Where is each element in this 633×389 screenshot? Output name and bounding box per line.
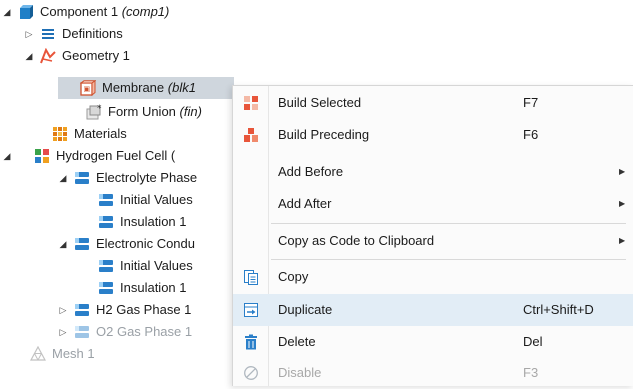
menu-item-add-before[interactable]: Add Before ▶ xyxy=(233,156,633,188)
submenu-arrow-icon: ▶ xyxy=(619,167,626,176)
menu-item-build-selected[interactable]: Build Selected F7 xyxy=(233,87,633,119)
duplicate-icon xyxy=(243,302,259,318)
tree-node-o2-gas-phase[interactable]: ▷ O2 Gas Phase 1 xyxy=(58,321,193,343)
physics-node-icon xyxy=(98,192,114,208)
tree-label: Insulation 1 xyxy=(120,214,187,229)
build-preceding-icon xyxy=(243,127,259,143)
svg-text:▣: ▣ xyxy=(84,85,91,93)
component-cube-icon xyxy=(18,4,34,20)
menu-item-duplicate[interactable]: Duplicate Ctrl+Shift+D xyxy=(233,294,633,326)
expand-arrow-icon[interactable]: ◢ xyxy=(24,45,34,67)
tree-label: Definitions xyxy=(62,26,123,41)
menu-item-build-preceding[interactable]: Build Preceding F6 xyxy=(233,119,633,151)
physics-node-icon xyxy=(74,302,90,318)
physics-node-icon xyxy=(74,324,90,340)
tree-label: Hydrogen Fuel Cell ( xyxy=(56,148,176,163)
tree-label: H2 Gas Phase 1 xyxy=(96,302,192,317)
tree-node-component[interactable]: ◢ Component 1 (comp1) xyxy=(2,1,169,23)
tree-node-initial-values[interactable]: Initial Values xyxy=(92,255,193,277)
svg-text:*: * xyxy=(97,104,102,114)
physics-node-icon xyxy=(74,236,90,252)
tree-label: Geometry 1 xyxy=(62,48,130,63)
tree-node-hydrogen-fuel-cell[interactable]: ◢ Hydrogen Fuel Cell ( xyxy=(2,145,175,167)
tree-node-insulation[interactable]: Insulation 1 xyxy=(92,211,187,233)
block-icon: ▣ xyxy=(79,79,97,97)
menu-separator xyxy=(271,223,626,224)
form-union-icon: * xyxy=(86,104,102,120)
tree-label: O2 Gas Phase 1 xyxy=(96,324,193,339)
tree-node-materials[interactable]: Materials xyxy=(46,123,127,145)
build-selected-icon xyxy=(243,95,259,111)
geometry-icon xyxy=(40,47,56,64)
collapse-arrow-icon[interactable]: ▷ xyxy=(58,321,68,343)
tree-node-membrane[interactable]: ▣ Membrane (blk1 xyxy=(58,77,234,99)
tree-label: Initial Values xyxy=(120,258,193,273)
context-menu: Build Selected F7 Build Preceding F6 Add… xyxy=(232,85,633,386)
expand-arrow-icon[interactable]: ◢ xyxy=(2,1,12,23)
physics-node-icon xyxy=(98,280,114,296)
tree-node-form-union[interactable]: * Form Union (fin) xyxy=(80,101,202,123)
menu-item-copy[interactable]: Copy xyxy=(233,261,633,293)
expand-arrow-icon[interactable]: ◢ xyxy=(58,167,68,189)
tree-node-mesh[interactable]: Mesh 1 xyxy=(24,343,95,365)
expand-arrow-icon[interactable]: ◢ xyxy=(2,145,12,167)
tree-node-definitions[interactable]: ▷ Definitions xyxy=(24,23,123,45)
tree-label: Electrolyte Phase xyxy=(96,170,198,185)
copy-icon xyxy=(243,269,259,285)
collapse-arrow-icon[interactable]: ▷ xyxy=(58,299,68,321)
tree-node-insulation[interactable]: Insulation 1 xyxy=(92,277,187,299)
tree-label: Component 1 (comp1) xyxy=(40,4,170,19)
menu-separator xyxy=(271,259,626,260)
tree-label: Mesh 1 xyxy=(52,346,95,361)
definitions-list-icon xyxy=(40,26,56,42)
submenu-arrow-icon: ▶ xyxy=(619,199,626,208)
materials-icon xyxy=(52,126,68,142)
tree-node-electronic-conduction[interactable]: ◢ Electronic Condu xyxy=(58,233,195,255)
expand-arrow-icon[interactable]: ◢ xyxy=(58,233,68,255)
disable-icon xyxy=(243,365,259,381)
tree-label: Membrane (blk1 xyxy=(102,80,196,95)
menu-item-copy-as-code[interactable]: Copy as Code to Clipboard ▶ xyxy=(233,225,633,257)
tree-node-h2-gas-phase[interactable]: ▷ H2 Gas Phase 1 xyxy=(58,299,192,321)
tree-node-electrolyte-phase[interactable]: ◢ Electrolyte Phase xyxy=(58,167,198,189)
tree-label: Insulation 1 xyxy=(120,280,187,295)
submenu-arrow-icon: ▶ xyxy=(619,236,626,245)
tree-node-geometry[interactable]: ◢ Geometry 1 xyxy=(24,45,130,67)
menu-item-disable[interactable]: Disable F3 xyxy=(233,357,633,389)
tree-label: Electronic Condu xyxy=(96,236,195,251)
delete-trash-icon xyxy=(243,334,259,350)
menu-item-add-after[interactable]: Add After ▶ xyxy=(233,188,633,220)
collapse-arrow-icon[interactable]: ▷ xyxy=(24,23,34,45)
physics-interface-icon xyxy=(34,148,50,164)
physics-node-icon xyxy=(98,214,114,230)
tree-node-initial-values[interactable]: Initial Values xyxy=(92,189,193,211)
physics-node-icon xyxy=(74,170,90,186)
mesh-icon xyxy=(29,345,47,362)
menu-item-delete[interactable]: Delete Del xyxy=(233,326,633,358)
physics-node-icon xyxy=(98,258,114,274)
tree-label: Initial Values xyxy=(120,192,193,207)
tree-label: Form Union (fin) xyxy=(108,104,202,119)
tree-label: Materials xyxy=(74,126,127,141)
